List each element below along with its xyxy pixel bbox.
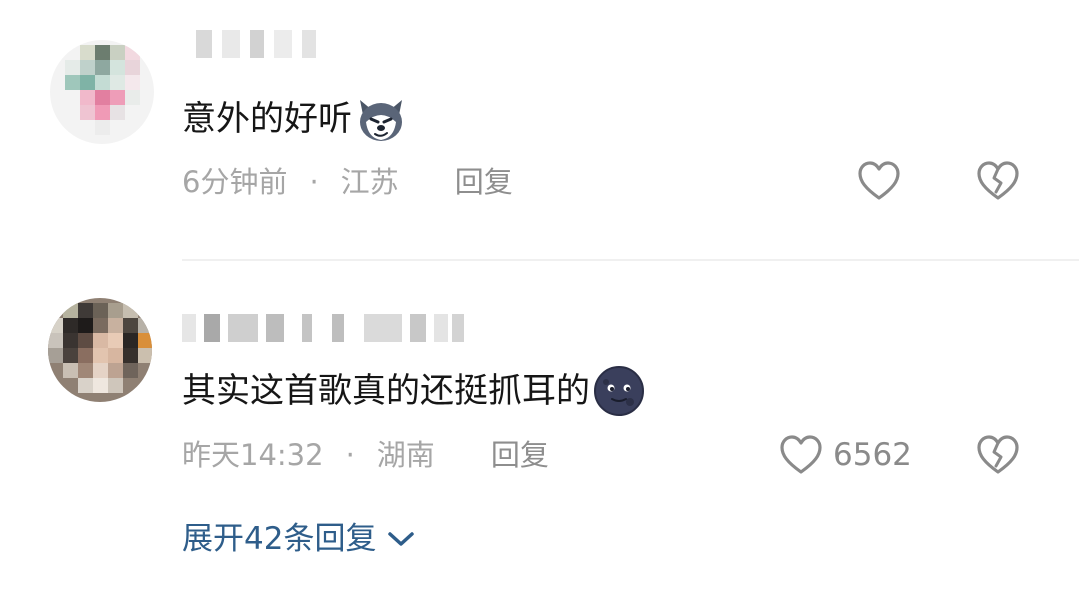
dislike-button[interactable] <box>974 431 1022 483</box>
heart-outline-icon <box>858 161 900 200</box>
comment-text: 其实这首歌真的还挺抓耳的 <box>182 364 646 418</box>
expand-replies-label: 展开42条回复 <box>182 521 377 557</box>
comment-time: 昨天14:32 <box>182 438 324 472</box>
like-button[interactable]: 6562 <box>777 431 912 479</box>
comment-divider <box>182 259 1079 261</box>
husky-dog-emoji <box>360 100 402 141</box>
avatar[interactable] <box>48 298 152 402</box>
dislike-button[interactable] <box>974 157 1022 209</box>
meta-separator: · <box>345 438 355 472</box>
broken-heart-icon <box>977 435 1019 474</box>
like-count: 6562 <box>833 437 912 473</box>
meta-separator: · <box>309 165 319 199</box>
expand-replies-button[interactable]: 展开42条回复 <box>182 519 416 559</box>
comment-location: 江苏 <box>340 165 399 199</box>
comment-location: 湖南 <box>376 438 435 472</box>
dark-moon-face-emoji <box>594 366 644 416</box>
chevron-down-icon <box>388 532 415 546</box>
reply-button[interactable]: 回复 <box>455 162 513 202</box>
comment-text-content: 其实这首歌真的还挺抓耳的 <box>182 371 590 411</box>
comment-meta: 6分钟前 · 江苏 回复 <box>182 162 513 202</box>
comment-meta: 昨天14:32 · 湖南 回复 <box>182 435 549 475</box>
comment-text: 意外的好听 <box>182 92 408 146</box>
comment-item: 意外的好听 6分钟前 · 江苏 回复 <box>0 0 1079 260</box>
comment-text-content: 意外的好听 <box>182 99 352 139</box>
avatar[interactable] <box>50 40 154 144</box>
heart-outline-icon <box>780 435 822 474</box>
broken-heart-icon <box>977 161 1019 200</box>
reply-button[interactable]: 回复 <box>491 435 549 475</box>
comment-item: 其实这首歌真的还挺抓耳的 昨天14:32 · 湖南 回复 6562 <box>0 262 1079 598</box>
comment-time: 6分钟前 <box>182 165 288 199</box>
like-button[interactable] <box>855 157 903 205</box>
